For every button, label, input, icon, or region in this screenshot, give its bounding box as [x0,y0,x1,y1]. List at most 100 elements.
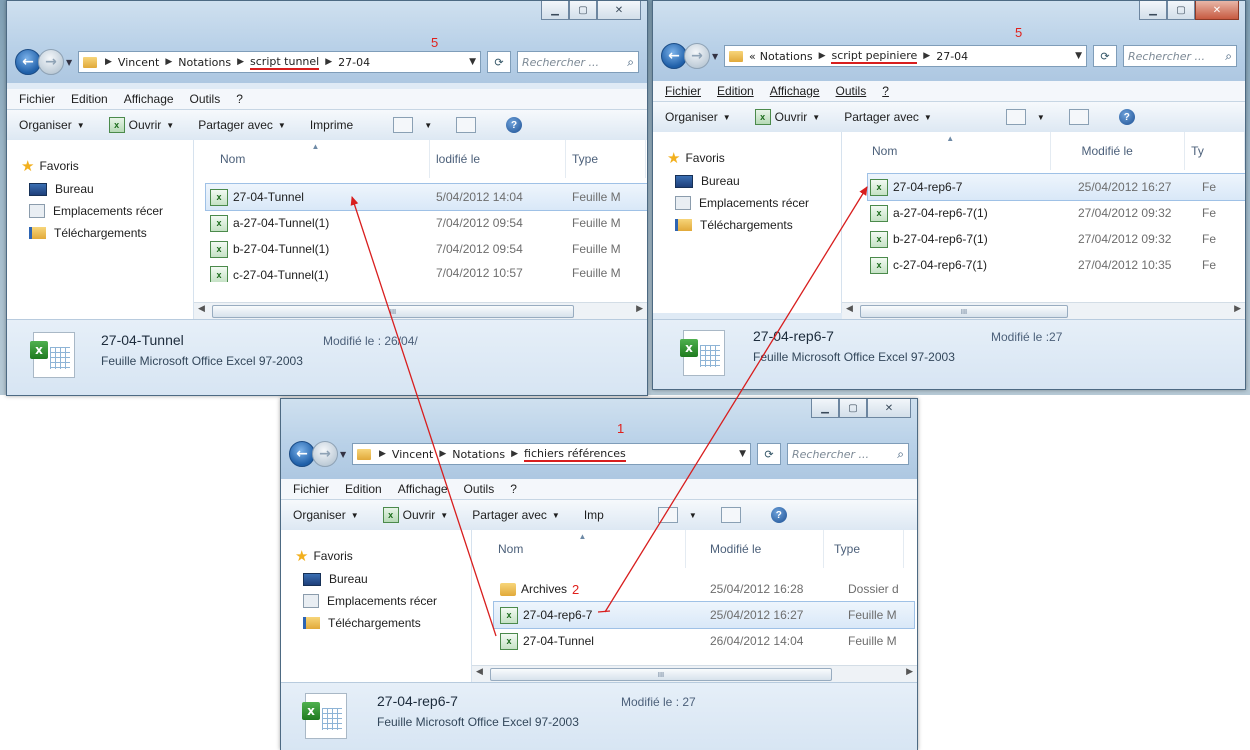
breadcrumb-item[interactable]: Notations [178,56,231,69]
help-icon[interactable]: ? [770,507,787,523]
nav-downloads[interactable]: Téléchargements [653,214,841,236]
scroll-thumb[interactable]: III [860,305,1068,318]
refresh-icon[interactable]: ⟳ [487,51,511,73]
close-button[interactable]: ✕ [867,399,911,418]
column-name[interactable]: ▲ Nom [842,132,1052,170]
table-row[interactable]: x c-27-04-rep6-7(1) 27/04/2012 10:35 Fe [868,252,1245,278]
breadcrumb-item[interactable]: Vincent [392,448,433,461]
help-icon[interactable]: ? [1118,109,1135,125]
breadcrumb-overflow[interactable]: « [749,50,756,63]
menu-tools[interactable]: Outils [464,482,495,496]
scroll-left-icon[interactable]: ◀ [476,667,483,677]
table-row[interactable]: x b-27-04-rep6-7(1) 27/04/2012 09:32 Fe [868,226,1245,252]
chevron-down-icon[interactable]: ▼ [1075,51,1082,61]
open-button[interactable]: x Ouvrir ▼ [108,117,174,133]
search-icon[interactable]: ⌕ [627,55,634,70]
breadcrumb-item[interactable]: 27-04 [338,56,370,69]
forward-icon[interactable]: → [312,441,338,467]
menu-edit[interactable]: Edition [345,482,382,496]
refresh-icon[interactable]: ⟳ [757,443,781,465]
scroll-left-icon[interactable]: ◀ [846,304,853,314]
breadcrumb-item[interactable]: Notations [452,448,505,461]
scroll-right-icon[interactable]: ▶ [1234,304,1241,314]
table-row[interactable]: x a-27-04-Tunnel(1) 7/04/2012 09:54 Feuil… [206,210,647,236]
scroll-left-icon[interactable]: ◀ [198,304,205,314]
scroll-thumb[interactable]: III [490,668,832,681]
scroll-right-icon[interactable]: ▶ [636,304,643,314]
column-modified[interactable]: lodifié le [430,140,566,178]
share-button[interactable]: Partager avec ▼ [472,508,560,522]
organize-button[interactable]: Organiser ▼ [665,110,731,124]
search-input[interactable]: Rechercher ... ⌕ [1123,45,1237,67]
chevron-down-icon[interactable]: ▼ [66,58,76,67]
menu-edit[interactable]: Edition [717,84,754,98]
address-bar[interactable]: ▶ Vincent ▶ Notations ▶ script tunnel ▶ … [78,51,481,73]
horizontal-scrollbar[interactable]: ◀ III ▶ [472,665,917,682]
preview-pane-button[interactable] [720,507,747,523]
menu-view[interactable]: Affichage [124,92,174,106]
breadcrumb-item[interactable]: 27-04 [936,50,968,63]
address-bar[interactable]: « Notations ▶ script pepiniere ▶ 27-04 ▼ [724,45,1087,67]
nav-favorites[interactable]: ★ Favoris [653,146,841,170]
minimize-button[interactable]: ▁ [1139,1,1167,20]
nav-desktop[interactable]: Bureau [653,170,841,192]
column-name[interactable]: ▲ Nom [472,530,686,568]
menu-tools[interactable]: Outils [836,84,867,98]
address-bar[interactable]: ▶ Vincent ▶ Notations ▶ fichiers référen… [352,443,751,465]
chevron-down-icon[interactable]: ▼ [340,450,350,459]
column-modified[interactable]: Modifié le [686,530,824,568]
nav-downloads[interactable]: Téléchargements [7,222,193,244]
menu-tools[interactable]: Outils [190,92,221,106]
nav-favorites[interactable]: ★ Favoris [281,544,471,568]
print-button[interactable]: Imprime [310,118,353,132]
view-button[interactable]: ▼ [1005,109,1045,125]
menu-edit[interactable]: Edition [71,92,108,106]
nav-recent-places[interactable]: Emplacements récer [281,590,471,612]
view-button[interactable]: ▼ [657,507,697,523]
refresh-icon[interactable]: ⟳ [1093,45,1117,67]
menu-help[interactable]: ? [882,84,889,98]
table-row[interactable]: x 27-04-rep6-7 25/04/2012 16:27 Feuille M [493,601,915,629]
organize-button[interactable]: Organiser ▼ [293,508,359,522]
search-icon[interactable]: ⌕ [897,447,904,462]
menu-file[interactable]: Fichier [665,84,701,98]
open-button[interactable]: x Ouvrir ▼ [754,109,820,125]
preview-pane-button[interactable] [456,117,482,133]
menu-help[interactable]: ? [236,92,243,106]
share-button[interactable]: Partager avec ▼ [198,118,286,132]
maximize-button[interactable]: ▢ [1167,1,1195,20]
column-type[interactable]: Ty [1185,132,1245,170]
breadcrumb-item[interactable]: Notations [760,50,813,63]
preview-pane-button[interactable] [1068,109,1095,125]
horizontal-scrollbar[interactable]: ◀ III ▶ [194,302,647,319]
nav-recent-places[interactable]: Emplacements récer [7,200,193,222]
maximize-button[interactable]: ▢ [569,1,597,20]
close-button[interactable]: ✕ [1195,1,1239,20]
nav-desktop[interactable]: Bureau [281,568,471,590]
minimize-button[interactable]: ▁ [811,399,839,418]
table-row[interactable]: x c-27-04-Tunnel(1) 7/04/2012 10:57 Feuil… [206,262,647,282]
print-button[interactable]: Imp [584,508,604,522]
search-input[interactable]: Rechercher ... ⌕ [787,443,909,465]
horizontal-scrollbar[interactable]: ◀ III ▶ [842,302,1245,319]
scroll-right-icon[interactable]: ▶ [906,667,913,677]
table-row[interactable]: x a-27-04-rep6-7(1) 27/04/2012 09:32 Fe [868,200,1245,226]
menu-view[interactable]: Affichage [770,84,820,98]
scroll-thumb[interactable]: III [212,305,574,318]
nav-favorites[interactable]: ★ Favoris [7,154,193,178]
chevron-down-icon[interactable]: ▼ [739,449,746,459]
close-button[interactable]: ✕ [597,1,641,20]
forward-icon[interactable]: → [684,43,710,69]
table-row[interactable]: Archives 2 25/04/2012 16:28 Dossier d [494,576,914,602]
help-icon[interactable]: ? [506,117,523,133]
forward-icon[interactable]: → [38,49,64,75]
chevron-down-icon[interactable]: ▼ [712,52,722,61]
breadcrumb-item[interactable]: script pepiniere [831,49,918,64]
menu-view[interactable]: Affichage [398,482,448,496]
column-type[interactable]: Type [824,530,904,568]
minimize-button[interactable]: ▁ [541,1,569,20]
menu-help[interactable]: ? [510,482,517,496]
nav-desktop[interactable]: Bureau [7,178,193,200]
search-icon[interactable]: ⌕ [1225,49,1232,64]
column-type[interactable]: Type [566,140,646,178]
